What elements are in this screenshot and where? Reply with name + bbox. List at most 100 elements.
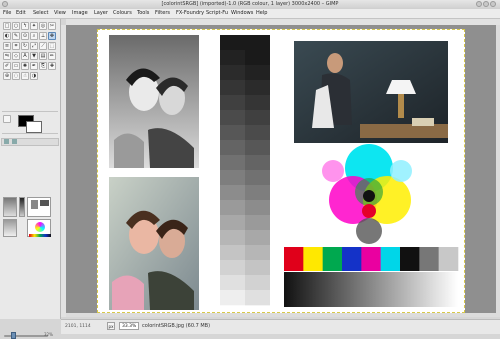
window-title: [colorintSRGB] (imported)-1.0 (RGB colou…: [161, 1, 339, 7]
image-page: [97, 29, 465, 313]
blend-tool-icon[interactable]: ▤: [39, 52, 47, 60]
menu-help[interactable]: Help: [256, 10, 267, 16]
paths-tool-icon[interactable]: ✎: [12, 32, 20, 40]
move-tool-icon[interactable]: ✥: [48, 32, 56, 40]
gray-step-offset: [245, 155, 270, 171]
gray-step-offset: [245, 230, 270, 246]
crop-tool-icon[interactable]: ⌗: [12, 42, 20, 50]
minimize-icon[interactable]: [476, 1, 482, 7]
gray-step-offset: [245, 200, 270, 216]
gray-step-offset: [245, 50, 270, 66]
gray-step-offset: [245, 245, 270, 261]
measure-tool-icon[interactable]: ⟂: [39, 32, 47, 40]
rect-select-tool-icon[interactable]: □: [3, 22, 11, 30]
toolbox: □ ○ ϟ ✦ ◎ ✂ ◐ ✎ ⊙ ⌕ ⟂ ✥ ≡ ⌗ ↻ ⤢ ⟋ ⬚ ⇋ ◇ A ▼ ▤ ✏ ✐ ▭ ✺ ✒ ⎘ ✚ ⊕ ◌ ☝ ◑ 32%: [0, 19, 61, 339]
menu-bar: File Edit Select View Image Layer Colour…: [0, 9, 500, 19]
vertical-scrollbar[interactable]: [496, 25, 500, 317]
image-content: [109, 35, 459, 310]
bucket-fill-tool-icon[interactable]: ▼: [30, 52, 38, 60]
gray-step-offset: [245, 260, 270, 276]
gray-step-offset: [245, 65, 270, 81]
paintbrush-tool-icon[interactable]: ✐: [3, 62, 11, 70]
menu-file[interactable]: File: [3, 10, 11, 16]
color-bar: [322, 247, 343, 271]
horizontal-scrollbar[interactable]: [66, 313, 500, 317]
blur-tool-icon[interactable]: ◌: [12, 72, 20, 80]
menu-tools[interactable]: Tools: [137, 10, 149, 16]
gray-step-offset: [245, 95, 270, 111]
close-icon[interactable]: [490, 1, 496, 7]
ink-tool-icon[interactable]: ✒: [30, 62, 38, 70]
menu-windows[interactable]: Windows: [231, 10, 253, 16]
heal-tool-icon[interactable]: ✚: [48, 62, 56, 70]
color-bar: [303, 247, 323, 271]
scissors-tool-icon[interactable]: ✂: [48, 22, 56, 30]
brush-size-slider[interactable]: [11, 332, 16, 339]
zoom-selector[interactable]: 33.3%: [119, 322, 139, 330]
gray-step-offset: [245, 170, 270, 186]
color-picker-tool-icon[interactable]: ⊙: [21, 32, 29, 40]
color-bar: [419, 247, 439, 271]
clone-tool-icon[interactable]: ⎘: [39, 62, 47, 70]
scale-tool-icon[interactable]: ⤢: [30, 42, 38, 50]
shear-tool-icon[interactable]: ⟋: [39, 42, 47, 50]
tool-options-header: [1, 138, 59, 146]
menu-select[interactable]: Select: [33, 10, 48, 16]
menu-view[interactable]: View: [54, 10, 66, 16]
menu-script-fu[interactable]: Script-Fu: [206, 10, 228, 16]
pointer-coordinates: 2101, 1114: [65, 324, 91, 329]
color-bar: [342, 247, 362, 271]
align-tool-icon[interactable]: ≡: [3, 42, 11, 50]
color-bar-strip: [284, 247, 459, 271]
text-tool-icon[interactable]: A: [21, 52, 29, 60]
maximize-icon[interactable]: [483, 1, 489, 7]
reset-colors-icon[interactable]: [3, 115, 11, 123]
device-status-icon[interactable]: [12, 139, 17, 144]
perspective-clone-tool-icon[interactable]: ⊕: [3, 72, 11, 80]
menu-image[interactable]: Image: [72, 10, 88, 16]
brush-thumbnail[interactable]: [3, 197, 17, 217]
color-bar: [400, 247, 420, 271]
eraser-tool-icon[interactable]: ▭: [12, 62, 20, 70]
gray-step-offset: [245, 185, 270, 201]
pattern-thumbnail[interactable]: [19, 197, 25, 217]
status-bar: 2101, 1114 px 33.3% colorintSRGB.jpg (60…: [61, 319, 500, 334]
color-wheel-thumbnail[interactable]: [27, 219, 51, 237]
cage-tool-icon[interactable]: ◇: [12, 52, 20, 60]
select-by-color-tool-icon[interactable]: ◎: [39, 22, 47, 30]
image-canvas[interactable]: [66, 25, 500, 317]
unit-selector[interactable]: px: [107, 322, 115, 330]
divider: [2, 133, 58, 134]
divider: [2, 111, 58, 112]
gray-gradient-bar: [284, 272, 458, 307]
background-color-swatch[interactable]: [26, 121, 42, 133]
menu-edit[interactable]: Edit: [16, 10, 26, 16]
smudge-tool-icon[interactable]: ☝: [21, 72, 29, 80]
pencil-tool-icon[interactable]: ✏: [48, 52, 56, 60]
menu-filters[interactable]: Filters: [155, 10, 170, 16]
image-thumbnail[interactable]: [27, 197, 51, 217]
fuzzy-select-tool-icon[interactable]: ✦: [30, 22, 38, 30]
gray-step-strip: [220, 35, 270, 306]
airbrush-tool-icon[interactable]: ✺: [21, 62, 29, 70]
color-bar: [438, 247, 459, 271]
free-select-tool-icon[interactable]: ϟ: [21, 22, 29, 30]
zoom-tool-icon[interactable]: ⌕: [30, 32, 38, 40]
gray-step-offset: [245, 125, 270, 141]
foreground-select-tool-icon[interactable]: ◐: [3, 32, 11, 40]
flip-tool-icon[interactable]: ⇋: [3, 52, 11, 60]
menu-colours[interactable]: Colours: [113, 10, 132, 16]
gray-step-offset: [245, 290, 270, 306]
tool-options-icon[interactable]: [4, 139, 9, 144]
menu-fx-foundry[interactable]: FX-Foundry: [176, 10, 204, 16]
gray-step-offset: [245, 110, 270, 126]
gray-step-offset: [245, 80, 270, 96]
menu-layer[interactable]: Layer: [94, 10, 108, 16]
gradient-thumbnail[interactable]: [3, 219, 17, 237]
ellipse-select-tool-icon[interactable]: ○: [12, 22, 20, 30]
dodge-burn-tool-icon[interactable]: ◑: [30, 72, 38, 80]
image-info: colorintSRGB.jpg (60.7 MB): [142, 323, 211, 329]
color-bar: [284, 247, 304, 271]
rotate-tool-icon[interactable]: ↻: [21, 42, 29, 50]
perspective-tool-icon[interactable]: ⬚: [48, 42, 56, 50]
